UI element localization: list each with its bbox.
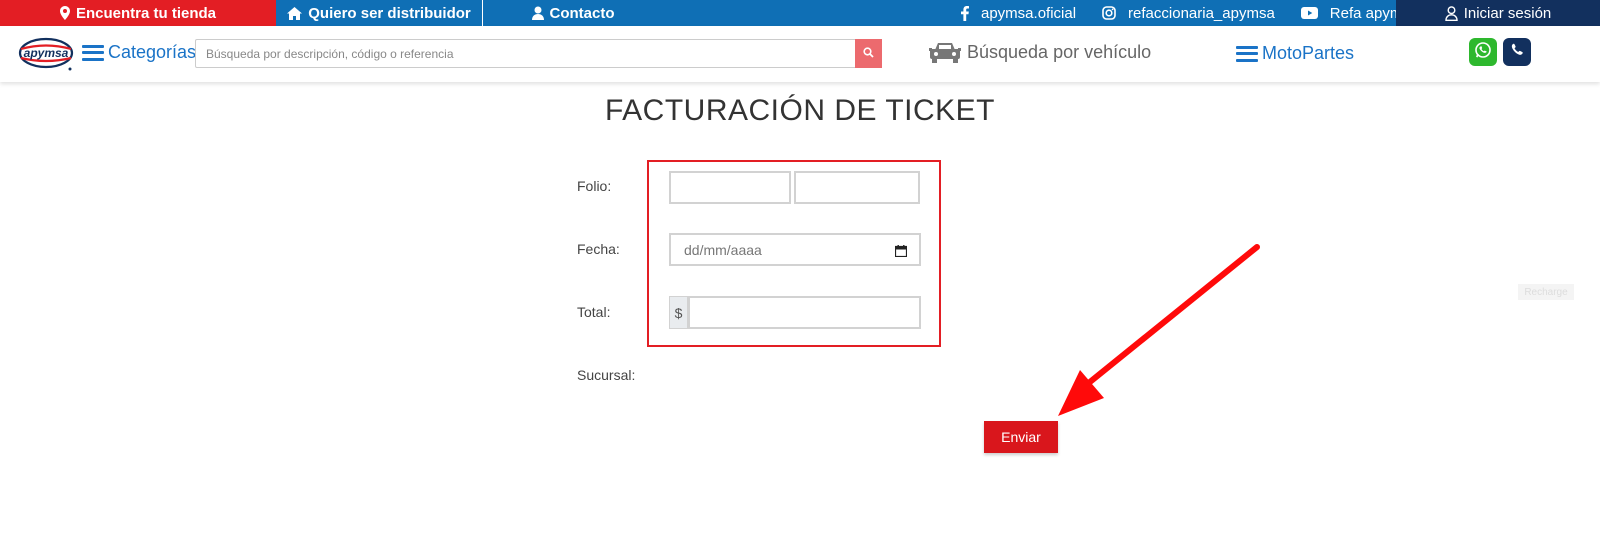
categories-menu[interactable]: Categorías	[82, 42, 196, 63]
search-button[interactable]	[855, 39, 882, 68]
facebook-icon[interactable]	[961, 5, 969, 21]
whatsapp-icon	[1474, 41, 1492, 64]
store-locator-label: Encuentra tu tienda	[75, 4, 217, 22]
hamburger-icon	[1236, 45, 1258, 62]
social-links: apymsa.oficial refaccionaria_apymsa Refa…	[961, 0, 1418, 26]
arrow-annotation	[1040, 238, 1266, 429]
fecha-label: Fecha:	[577, 241, 620, 257]
folio-input-2[interactable]	[796, 173, 918, 202]
top-bar: Encuentra tu tienda Quiero ser distribui…	[0, 0, 1600, 26]
sucursal-label: Sucursal:	[577, 367, 636, 383]
currency-addon: $	[669, 296, 688, 329]
store-locator-link[interactable]: Encuentra tu tienda	[0, 0, 276, 26]
folio-field-2[interactable]	[794, 171, 920, 204]
svg-text:apymsa: apymsa	[24, 46, 69, 60]
folio-label: Folio:	[577, 178, 612, 194]
vehicle-search-link[interactable]: Búsqueda por vehículo	[929, 40, 1151, 64]
motoparts-label: MotoPartes	[1262, 43, 1355, 63]
car-icon	[929, 40, 961, 64]
distributor-label: Quiero ser distribuidor	[308, 4, 471, 22]
facebook-link[interactable]: apymsa.oficial	[981, 5, 1076, 22]
vehicle-search-label: Búsqueda por vehículo	[967, 41, 1152, 62]
map-marker-icon	[59, 6, 70, 20]
total-input[interactable]	[690, 298, 919, 327]
phone-icon	[1510, 43, 1524, 62]
page-title: FACTURACIÓN DE TICKET	[605, 94, 995, 127]
whatsapp-button[interactable]	[1469, 38, 1497, 66]
home-icon	[287, 6, 303, 20]
contact-link[interactable]: Contacto	[483, 0, 663, 26]
contact-label: Contacto	[549, 4, 615, 22]
folio-input-1[interactable]	[671, 173, 789, 202]
apymsa-logo[interactable]: apymsa	[18, 36, 74, 72]
search-input[interactable]	[196, 40, 856, 67]
total-field[interactable]	[688, 296, 921, 329]
login-label: Iniciar sesión	[1463, 4, 1552, 22]
user-icon	[531, 6, 544, 20]
instagram-icon[interactable]	[1102, 6, 1116, 20]
phone-button[interactable]	[1503, 38, 1531, 66]
folio-field-1[interactable]	[669, 171, 791, 204]
distributor-link[interactable]: Quiero ser distribuidor	[276, 0, 483, 26]
total-label: Total:	[577, 304, 611, 320]
calendar-icon[interactable]	[894, 244, 908, 262]
search-icon	[863, 45, 874, 63]
user-outline-icon	[1445, 5, 1458, 21]
youtube-icon[interactable]	[1300, 7, 1318, 19]
categories-label: Categorías	[108, 42, 197, 62]
motoparts-menu[interactable]: MotoPartes	[1236, 43, 1354, 64]
instagram-link[interactable]: refaccionaria_apymsa	[1128, 5, 1275, 22]
search-box	[195, 39, 882, 68]
login-link[interactable]: Iniciar sesión	[1396, 0, 1600, 26]
fecha-field[interactable]: dd/mm/aaaa	[669, 233, 921, 266]
main-header: apymsa Categorías Búsqueda por vehículo …	[0, 26, 1600, 82]
hamburger-icon	[82, 44, 104, 61]
fecha-placeholder: dd/mm/aaaa	[684, 242, 762, 258]
faded-badge: Recharge	[1518, 284, 1574, 300]
